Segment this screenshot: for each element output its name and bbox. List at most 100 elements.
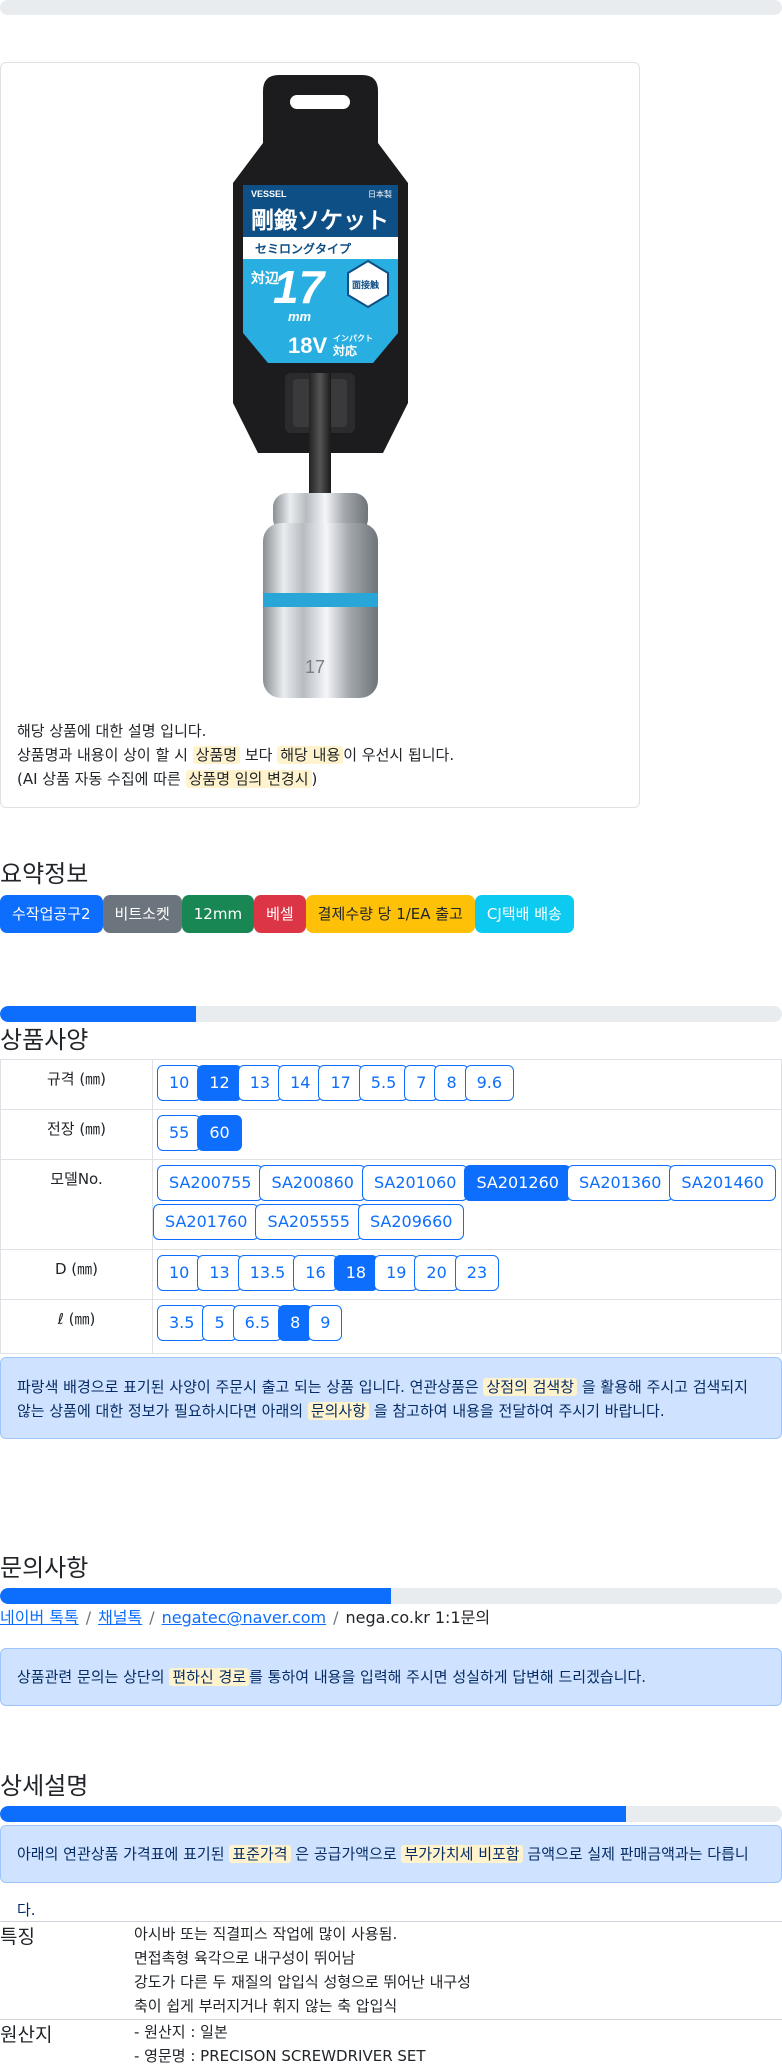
spec-option-button[interactable]: SA201260 <box>464 1165 571 1201</box>
spec-label: D (㎜) <box>0 1249 153 1300</box>
origin-item: - 영문명 : PRECISON SCREWDRIVER SET <box>134 2047 426 2065</box>
summary-badge: 베셀 <box>254 895 306 933</box>
product-card: VESSEL 日本製 剛鍛ソケット セミロングタイプ 対辺 17 mm 面接触 … <box>0 62 640 808</box>
top-progress-bar <box>0 0 782 15</box>
product-face-badge: 面接触 <box>352 279 379 291</box>
specs-title: 상품사양 <box>0 1026 89 1054</box>
spec-option-button[interactable]: 55 <box>157 1115 202 1151</box>
summary-badge: CJ택배 배송 <box>474 895 574 933</box>
details-notice-vat: 부가가치세 비포함 <box>401 1845 523 1863</box>
specs-progress <box>0 1006 782 1022</box>
product-description: 해당 상품에 대한 설명 입니다. 상품명과 내용이 상이 할 시 상품명 보다… <box>17 719 454 791</box>
inquiry-notice: 상품관련 문의는 상단의 편하신 경로 를 통하여 내용을 입력해 주시면 성실하… <box>0 1648 782 1706</box>
spec-option-button[interactable]: 5 <box>202 1305 237 1341</box>
summary-badges: 수작업공구2 비트소켓 12mm 베셀 결제수량 당 1/EA 출고 CJ택배 배송 <box>0 895 574 933</box>
product-brand: VESSEL <box>251 189 287 199</box>
product-impact-bottom: 対応 <box>332 343 357 358</box>
spec-option-button[interactable]: SA201460 <box>669 1165 776 1201</box>
product-size-unit: mm <box>288 309 312 324</box>
product-impact-top: インパクト <box>333 333 373 343</box>
spec-option-button[interactable]: 13.5 <box>237 1255 298 1291</box>
desc-line-2b: 보다 <box>244 746 273 764</box>
origin-label: 원산지 <box>0 2024 53 2046</box>
spec-option-button[interactable]: 9.6 <box>464 1065 515 1101</box>
spec-row: ℓ (㎜) 3.5 5 6.5 8 9 <box>0 1299 782 1354</box>
inquiry-notice-b: 를 통하여 내용을 입력해 주시면 성실하게 답변해 드리겠습니다. <box>249 1668 647 1686</box>
summary-badge: 12mm <box>181 895 255 933</box>
separator: / <box>333 1608 339 1627</box>
desc-highlight-content: 해당 내용 <box>277 746 344 764</box>
summary-badge: 비트소켓 <box>102 895 182 933</box>
details-progress-fill <box>0 1806 626 1822</box>
spec-label: 규격 (㎜) <box>0 1059 153 1110</box>
feature-item: 면접촉형 육각으로 내구성이 뛰어남 <box>134 1949 356 1967</box>
spec-option-button[interactable]: 8 <box>278 1305 313 1341</box>
details-notice-a: 아래의 연관상품 가격표에 표기된 <box>17 1845 225 1863</box>
spec-option-button[interactable]: 5.5 <box>358 1065 409 1101</box>
spec-option-button[interactable]: 18 <box>333 1255 379 1291</box>
spec-option-button[interactable]: SA201060 <box>361 1165 469 1201</box>
separator: / <box>85 1608 92 1627</box>
separator: / <box>149 1608 155 1627</box>
inquiry-progress-fill <box>0 1588 391 1604</box>
contact-links: 네이버 톡톡 / 채널톡 / negatec@naver.com / nega.co.kr … <box>0 1604 490 1628</box>
spec-options: 55 60 <box>152 1109 782 1160</box>
details-notice-b: 은 공급가액으로 <box>295 1845 397 1863</box>
product-impact-volt: 18V <box>288 333 327 358</box>
summary-badge: 수작업공구2 <box>0 895 103 933</box>
spec-option-button[interactable]: 9 <box>308 1305 343 1341</box>
spec-option-button[interactable]: 8 <box>434 1065 469 1101</box>
naver-talk-link[interactable]: 네이버 톡톡 <box>0 1608 79 1627</box>
spec-option-button[interactable]: 17 <box>318 1065 363 1101</box>
spec-label: ℓ (㎜) <box>0 1299 153 1354</box>
feature-item: 강도가 다른 두 재질의 압입식 성형으로 뛰어난 내구성 <box>134 1973 471 1991</box>
spec-option-button[interactable]: SA209660 <box>357 1204 465 1240</box>
spec-option-button[interactable]: 3.5 <box>157 1305 207 1341</box>
spec-row: 모델No. SA200755 SA200860 SA201060 SA201260 SA2… <box>0 1159 782 1250</box>
spec-option-button[interactable]: 6.5 <box>232 1305 283 1341</box>
spec-option-button[interactable]: 10 <box>157 1255 202 1291</box>
details-notice-standard-price: 표준가격 <box>229 1845 291 1863</box>
origin-item: - 원산지 : 일본 <box>134 2023 228 2041</box>
spec-option-button[interactable]: 14 <box>278 1065 323 1101</box>
spec-option-button[interactable]: SA201760 <box>153 1204 260 1240</box>
feature-item: 아시바 또는 직결피스 작업에 많이 사용됨. <box>134 1925 398 1943</box>
spec-option-button[interactable]: 20 <box>414 1255 459 1291</box>
summary-badge: 결제수량 당 1/EA 출고 <box>305 895 475 933</box>
spec-option-button[interactable]: 19 <box>374 1255 419 1291</box>
spec-option-button[interactable]: 12 <box>197 1065 242 1101</box>
desc-line-2c: 이 우선시 됩니다. <box>343 746 455 764</box>
desc-line-2a: 상품명과 내용이 상이 할 시 <box>17 746 188 764</box>
spec-option-button[interactable]: SA205555 <box>255 1204 362 1240</box>
spec-option-button[interactable]: 60 <box>197 1115 242 1151</box>
spec-notice-c: 을 참고하여 내용을 전달하여 주시기 바랍니다. <box>373 1402 665 1420</box>
spec-option-button[interactable]: 23 <box>454 1255 500 1291</box>
desc-highlight-name-change: 상품명 임의 변경시 <box>185 770 312 788</box>
spec-notice: 파랑색 배경으로 표기된 사양이 주문시 출고 되는 상품 입니다. 연관상품은… <box>0 1357 782 1439</box>
spec-option-button[interactable]: SA201360 <box>566 1165 674 1201</box>
desc-highlight-product-name: 상품명 <box>192 746 241 764</box>
product-image: VESSEL 日本製 剛鍛ソケット セミロングタイプ 対辺 17 mm 面接触 … <box>233 75 408 698</box>
spec-options: 10 13 13.5 16 18 19 20 23 <box>152 1249 782 1300</box>
email-link[interactable]: negatec@naver.com <box>162 1608 326 1627</box>
spec-notice-a: 파랑색 배경으로 표기된 사양이 주문시 출고 되는 상품 입니다. 연관상품은 <box>17 1378 479 1396</box>
product-size-number: 17 <box>273 261 327 313</box>
details-title: 상세설명 <box>0 1772 89 1800</box>
spec-option-button[interactable]: SA200860 <box>259 1165 366 1201</box>
product-title-jp: 剛鍛ソケット <box>251 207 389 234</box>
spec-option-button[interactable]: SA200755 <box>157 1165 264 1201</box>
inquiry-progress <box>0 1588 782 1604</box>
product-origin-mark: 日本製 <box>368 189 392 199</box>
spec-label: 전장 (㎜) <box>0 1109 153 1160</box>
details-progress <box>0 1806 782 1822</box>
spec-option-button[interactable]: 16 <box>293 1255 338 1291</box>
spec-option-button[interactable]: 13 <box>237 1065 283 1101</box>
inquiry-notice-highlight: 편하신 경로 <box>169 1668 250 1686</box>
spec-option-button[interactable]: 7 <box>404 1065 439 1101</box>
channel-talk-link[interactable]: 채널톡 <box>98 1608 142 1627</box>
spec-option-button[interactable]: 13 <box>197 1255 242 1291</box>
origin-list: - 원산지 : 일본 - 영문명 : PRECISON SCREWDRIVER S… <box>134 2020 426 2067</box>
features-list: 아시바 또는 직결피스 작업에 많이 사용됨. 면접촉형 육각으로 내구성이 뛰어… <box>134 1922 471 2018</box>
spec-option-button[interactable]: 10 <box>157 1065 202 1101</box>
spec-row: 전장 (㎜) 55 60 <box>0 1109 782 1160</box>
